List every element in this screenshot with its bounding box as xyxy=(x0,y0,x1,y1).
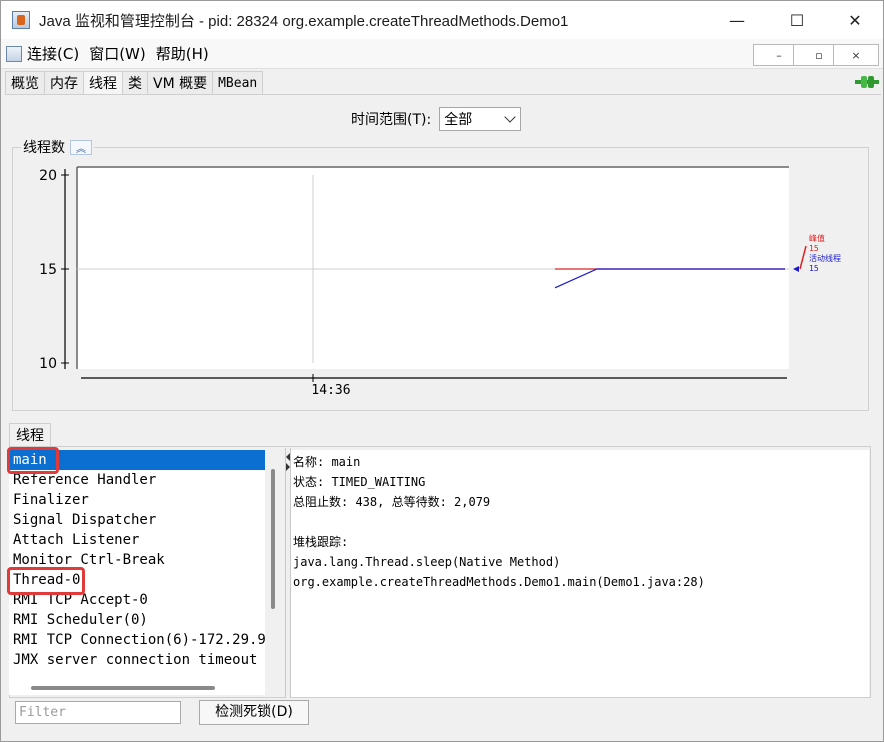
thread-counts-line: 总阻止数: 438, 总等待数: 2,079 xyxy=(293,495,491,509)
y-tick-label: 15 xyxy=(39,262,57,278)
expand-right-icon[interactable] xyxy=(286,463,290,471)
thread-list-item[interactable]: RMI Scheduler(0) xyxy=(9,610,265,630)
thread-list-item[interactable]: RMI TCP Connection(6)-172.29.92. xyxy=(9,630,265,650)
legend-label: 峰值 xyxy=(809,233,825,243)
thread-list-item[interactable]: JMX server connection timeout 23 xyxy=(9,650,265,670)
x-tick-label: 14:36 xyxy=(311,383,350,398)
legend-label: 活动线程 xyxy=(809,253,841,263)
thread-list-item[interactable]: Finalizer xyxy=(9,490,265,510)
legend-value: 15 xyxy=(809,264,819,273)
highlight-thread-0 xyxy=(7,567,85,595)
highlight-main xyxy=(7,447,59,474)
legend-peak-marker xyxy=(799,245,807,270)
thread-list-vertical-scrollbar[interactable] xyxy=(271,469,275,609)
filter-input[interactable]: Filter xyxy=(15,701,181,724)
y-tick-label: 10 xyxy=(39,356,57,372)
thread-details: 名称: main 状态: TIMED_WAITING 总阻止数: 438, 总等… xyxy=(291,450,869,697)
stack-header: 堆栈跟踪: xyxy=(293,535,349,549)
thread-state-line: 状态: TIMED_WAITING xyxy=(293,475,426,489)
detect-deadlock-button[interactable]: 检测死锁(D) xyxy=(199,700,309,725)
plot-area xyxy=(77,167,789,369)
legend-active-marker xyxy=(793,266,799,272)
threads-section-tab[interactable]: 线程 xyxy=(9,423,51,447)
stack-frame: java.lang.Thread.sleep(Native Method) xyxy=(293,555,561,569)
thread-list-item[interactable]: Signal Dispatcher xyxy=(9,510,265,530)
main-window: Java 监视和管理控制台 - pid: 28324 org.example.c… xyxy=(0,0,884,742)
thread-count-chart: 20151014:36峰值15活动线程15 xyxy=(39,166,841,398)
thread-list-horizontal-scrollbar[interactable] xyxy=(31,686,215,690)
legend-value: 15 xyxy=(809,244,819,253)
collapse-left-icon[interactable] xyxy=(286,453,290,461)
stack-frame: org.example.createThreadMethods.Demo1.ma… xyxy=(293,575,705,589)
thread-name-line: 名称: main xyxy=(293,455,361,469)
y-tick-label: 20 xyxy=(39,168,57,184)
thread-list-item[interactable]: Attach Listener xyxy=(9,530,265,550)
